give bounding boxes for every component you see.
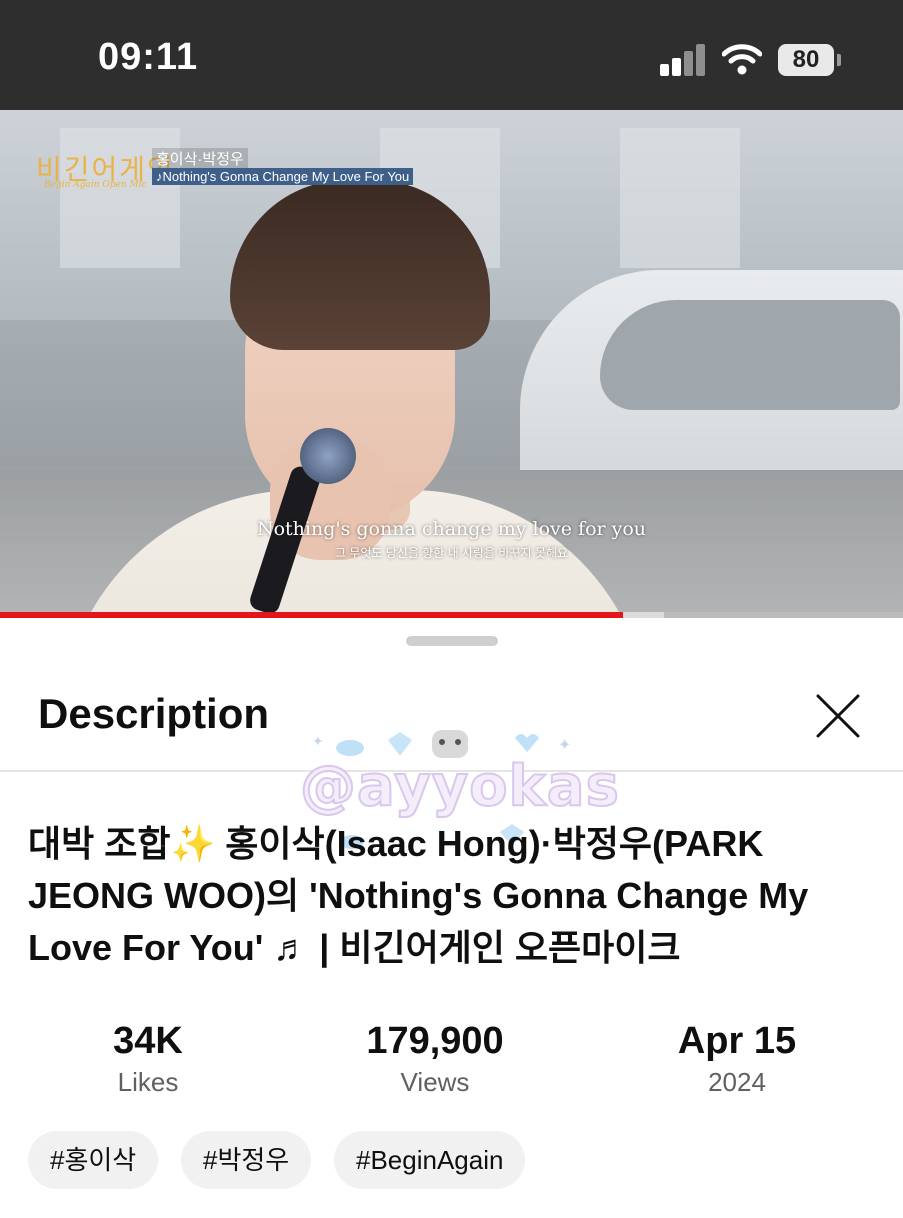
battery-tip <box>837 54 841 66</box>
show-logo-subtitle: Begin Again Open Mic <box>44 180 147 190</box>
sheet-title: Description <box>38 690 270 737</box>
likes-count: 34K <box>113 1020 183 1062</box>
hashtag-chip[interactable]: #홍이삭 <box>28 1131 159 1189</box>
publish-date: Apr 15 2024 <box>617 1020 857 1098</box>
video-title-line: 대박 조합✨ 홍이삭(Isaac Hong)·박정우(PARK <box>28 823 764 864</box>
cellular-signal-icon <box>660 44 706 76</box>
subtitle-korean: 그 무엇도 당신을 향한 내 사랑을 바꾸지 못해요 <box>334 546 569 560</box>
publish-year: 2024 <box>708 1067 766 1097</box>
song-caption: ♪Nothing's Gonna Change My Love For You <box>152 168 414 185</box>
hashtag-chip[interactable]: #BeginAgain <box>334 1131 526 1189</box>
wifi-icon <box>722 44 762 75</box>
video-title: 대박 조합✨ 홍이삭(Isaac Hong)·박정우(PARK JEONG WO… <box>28 818 868 974</box>
subtitle-english: Nothing's gonna change my love for you <box>256 518 647 540</box>
svg-text:✦: ✦ <box>558 737 571 754</box>
video-title-line: Love For You' ♬ | 비긴어게인 오픈마이크 <box>28 927 681 968</box>
battery-indicator: 80 <box>778 44 834 76</box>
video-player[interactable]: 비긴어게인 Begin Again Open Mic 홍이삭·박정우 ♪Noth… <box>0 110 903 615</box>
views-label: Views <box>400 1067 470 1097</box>
views-stat: 179,900 Views <box>315 1020 555 1098</box>
description-sheet: Description ✦ ✦ @ayyokas 대박 조합✨ 홍이삭(Isaa… <box>0 618 903 1218</box>
status-bar: 09:11 80 <box>0 0 903 110</box>
clock: 09:11 <box>98 36 199 78</box>
drag-handle[interactable] <box>406 636 498 646</box>
hashtag-chip[interactable]: #박정우 <box>181 1131 312 1189</box>
likes-label: Likes <box>117 1067 179 1097</box>
svg-text:✦: ✦ <box>312 733 324 749</box>
video-title-line: JEONG WOO)의 'Nothing's Gonna Change My <box>28 875 809 916</box>
likes-stat: 34K Likes <box>28 1020 268 1098</box>
publish-month-day: Apr 15 <box>677 1020 797 1062</box>
close-icon[interactable] <box>812 690 864 742</box>
views-count: 179,900 <box>366 1020 504 1062</box>
performers-caption: 홍이삭·박정우 <box>152 148 248 169</box>
watermark-text: @ayyokas <box>299 753 620 820</box>
